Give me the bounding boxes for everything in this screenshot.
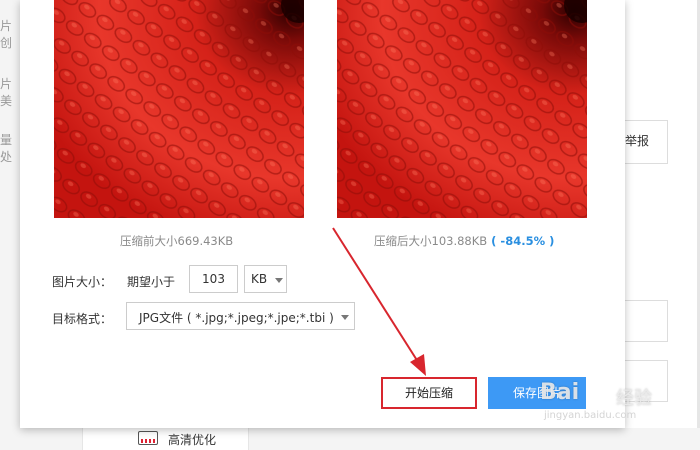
target-format-value: JPG文件 ( *.jpg;*.jpeg;*.jpe;*.tbi ) (139, 311, 334, 325)
chevron-down-icon (341, 315, 349, 320)
after-size-text: 压缩后大小103.88KB (374, 234, 488, 248)
target-format-select[interactable]: JPG文件 ( *.jpg;*.jpeg;*.jpe;*.tbi ) (126, 302, 355, 330)
expect-less-than-label: 期望小于 (127, 275, 176, 289)
flower-image (54, 0, 304, 218)
flower-image (337, 0, 587, 218)
before-preview-image (54, 0, 304, 218)
compression-percent: ( -84.5% ) (491, 234, 555, 248)
size-unit-value: KB (251, 272, 268, 286)
bg-text-fragment: 量处 (0, 133, 13, 164)
after-preview-image (337, 0, 587, 218)
target-format-label: 目标格式： (52, 312, 113, 326)
size-unit-select[interactable]: KB (244, 265, 287, 293)
baidu-watermark: Bai 经验 jingyan.baidu.com (540, 378, 700, 428)
bg-text-fragment: 片创 (0, 19, 13, 50)
image-size-label: 图片大小： (52, 275, 113, 289)
report-label: 举报 (625, 134, 650, 148)
hd-optimize-label: 高清优化 (168, 433, 217, 447)
report-button[interactable]: 举报 (625, 120, 668, 164)
watermark-logo: Bai (540, 380, 580, 405)
after-size-caption: 压缩后大小103.88KB( -84.5% ) (374, 233, 554, 249)
bg-text-fragment: 片美 (0, 77, 13, 108)
start-compress-button[interactable]: 开始压缩 (381, 377, 477, 409)
chevron-down-icon (275, 278, 283, 283)
watermark-url: jingyan.baidu.com (544, 410, 637, 421)
hd-optimize-button[interactable]: 高清优化 (126, 426, 236, 450)
watermark-text: 经验 (616, 388, 652, 409)
target-size-input[interactable]: 103 (189, 265, 238, 293)
background-left-panel: 片创 片美 量处 (0, 0, 20, 450)
hd-optimize-icon (138, 431, 158, 445)
before-size-caption: 压缩前大小669.43KB (120, 234, 234, 248)
bg-input-box[interactable] (625, 300, 668, 342)
compress-dialog: 压缩前大小669.43KB 压缩后大小103.88KB( -84.5% ) 图片… (20, 0, 625, 428)
